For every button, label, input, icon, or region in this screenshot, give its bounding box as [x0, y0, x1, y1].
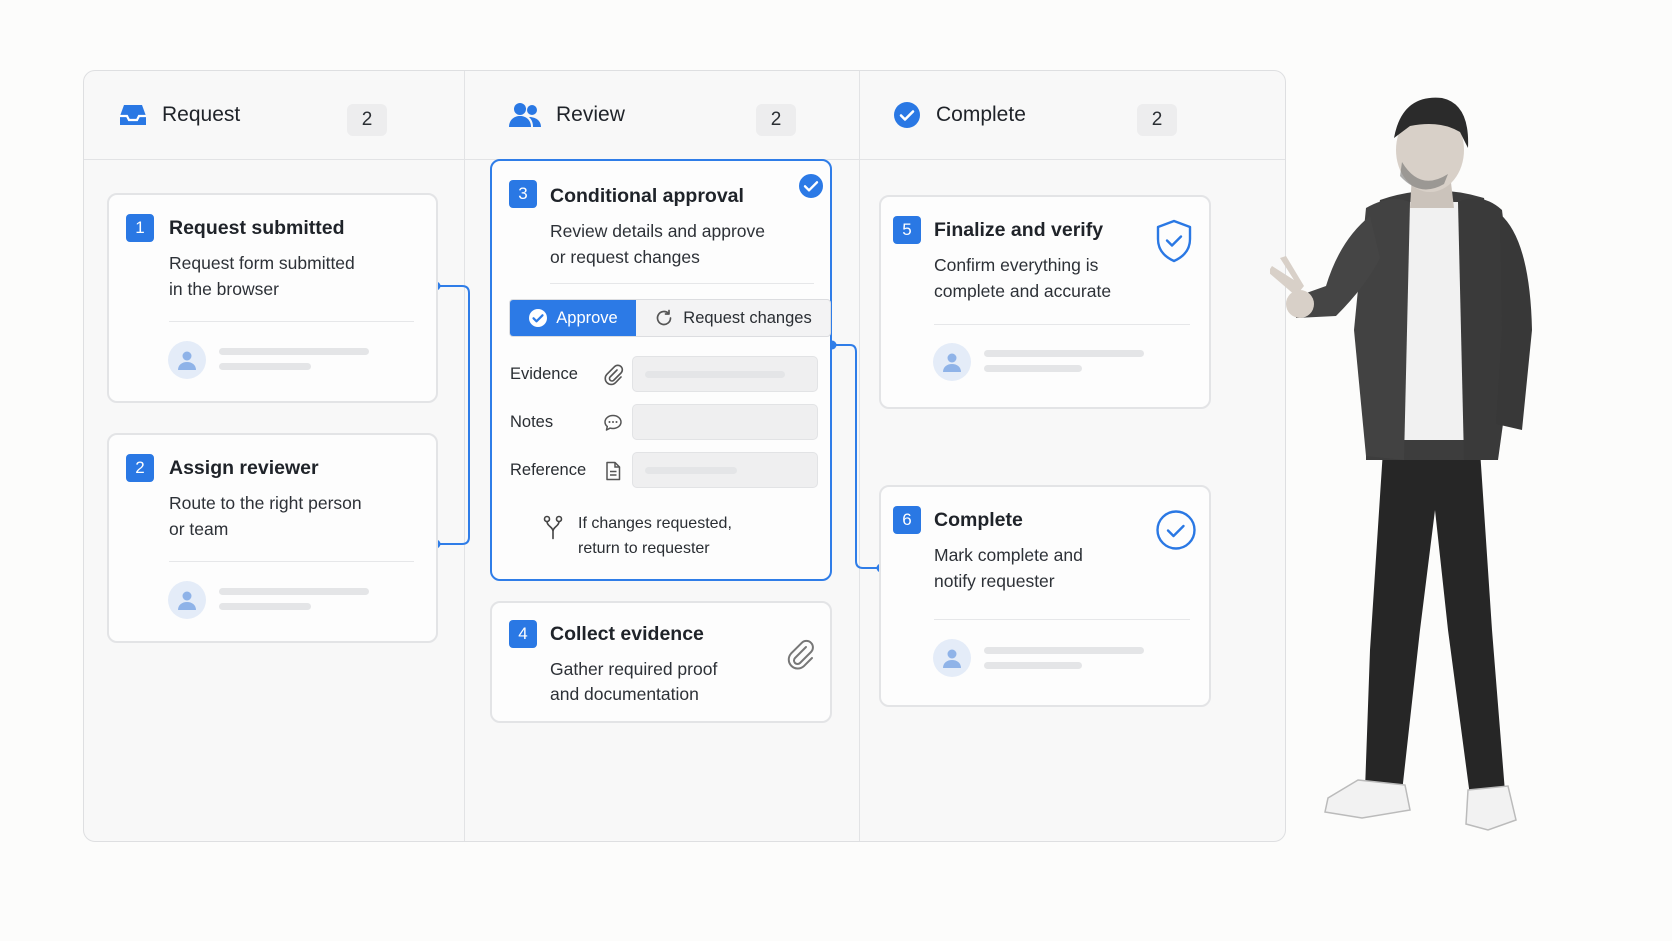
request-changes-button[interactable]: Request changes	[636, 300, 830, 336]
card-description-line: or request changes	[550, 247, 700, 267]
reference-field[interactable]	[632, 452, 818, 488]
placeholder-line	[984, 662, 1082, 669]
branch-note-line: If changes requested,	[578, 515, 732, 532]
step-number: 2	[126, 454, 154, 482]
card-divider	[169, 321, 414, 322]
workflow-board: Request 2 Review 2 Complete 2 1 Request …	[83, 70, 1286, 842]
user-icon	[178, 351, 196, 370]
selected-check-icon	[797, 172, 825, 200]
avatar	[933, 639, 971, 677]
user-icon	[178, 591, 196, 610]
card-collect-evidence[interactable]: 4 Collect evidence Gather required proof…	[490, 601, 832, 723]
evidence-field[interactable]	[632, 356, 818, 392]
step-number: 5	[893, 216, 921, 244]
card-divider	[169, 561, 414, 562]
card-divider	[934, 324, 1190, 325]
avatar	[933, 343, 971, 381]
user-icon	[943, 649, 961, 668]
card-description-line: notify requester	[934, 571, 1055, 591]
approval-toggle: Approve Request changes	[509, 299, 831, 337]
step-number: 3	[509, 180, 537, 208]
card-description-line: Route to the right person	[169, 493, 362, 513]
paperclip-icon	[787, 639, 814, 670]
placeholder-line	[219, 603, 311, 610]
step-number: 6	[893, 506, 921, 534]
placeholder-line	[984, 365, 1082, 372]
step-number: 1	[126, 214, 154, 242]
notes-label: Notes	[510, 413, 554, 431]
document-icon	[606, 461, 621, 481]
shield-check-icon	[1156, 219, 1192, 263]
card-title: Conditional approval	[550, 185, 744, 207]
evidence-label: Evidence	[510, 365, 578, 383]
card-title: Finalize and verify	[934, 219, 1104, 241]
card-description-line: Request form submitted	[169, 253, 355, 273]
placeholder-line	[219, 363, 311, 370]
card-description-line: or team	[169, 519, 229, 539]
reference-label: Reference	[510, 461, 587, 479]
placeholder-line	[984, 647, 1144, 654]
card-complete[interactable]: 6 Complete Mark complete and notify requ…	[879, 485, 1211, 707]
branch-icon	[543, 515, 563, 540]
card-description-line: Confirm everything is	[934, 255, 1099, 275]
card-assign-reviewer[interactable]: 2 Assign reviewer Route to the right per…	[107, 433, 438, 643]
card-title: Collect evidence	[550, 623, 704, 645]
check-circle-icon	[529, 309, 548, 327]
avatar	[168, 341, 206, 379]
card-title: Assign reviewer	[169, 457, 319, 479]
card-finalize-verify[interactable]: 5 Finalize and verify Confirm everything…	[879, 195, 1211, 409]
card-conditional-approval[interactable]: 3 Conditional approval Review details an…	[490, 159, 832, 581]
check-circle-outline-icon	[1156, 510, 1196, 550]
placeholder-line	[219, 348, 369, 355]
refresh-icon	[656, 309, 672, 326]
approve-label: Approve	[556, 308, 618, 327]
avatar	[168, 581, 206, 619]
card-description-line: and documentation	[550, 684, 699, 704]
request-changes-label: Request changes	[683, 308, 812, 327]
notes-field[interactable]	[632, 404, 818, 440]
card-description-line: complete and accurate	[934, 281, 1112, 301]
paperclip-icon	[604, 364, 624, 386]
card-description-line: Mark complete and	[934, 545, 1083, 565]
branch-note: If changes requested, return to requeste…	[578, 511, 732, 561]
branch-note-line: return to requester	[578, 540, 710, 557]
card-title: Request submitted	[169, 217, 345, 239]
user-icon	[943, 353, 961, 372]
card-description-line: in the browser	[169, 279, 279, 299]
placeholder-line	[645, 467, 737, 474]
card-description-line: Gather required proof	[550, 659, 718, 679]
comment-icon	[604, 414, 622, 431]
placeholder-line	[219, 588, 369, 595]
placeholder-line	[645, 371, 785, 378]
card-request-submitted[interactable]: 1 Request submitted Request form submitt…	[107, 193, 438, 403]
card-description-line: Review details and approve	[550, 221, 765, 241]
placeholder-line	[984, 350, 1144, 357]
card-divider	[934, 619, 1190, 620]
card-divider	[550, 283, 814, 284]
approve-button[interactable]: Approve	[510, 300, 636, 336]
step-number: 4	[509, 620, 537, 648]
card-title: Complete	[934, 509, 1023, 531]
person-pointing-illustration	[1270, 97, 1532, 831]
